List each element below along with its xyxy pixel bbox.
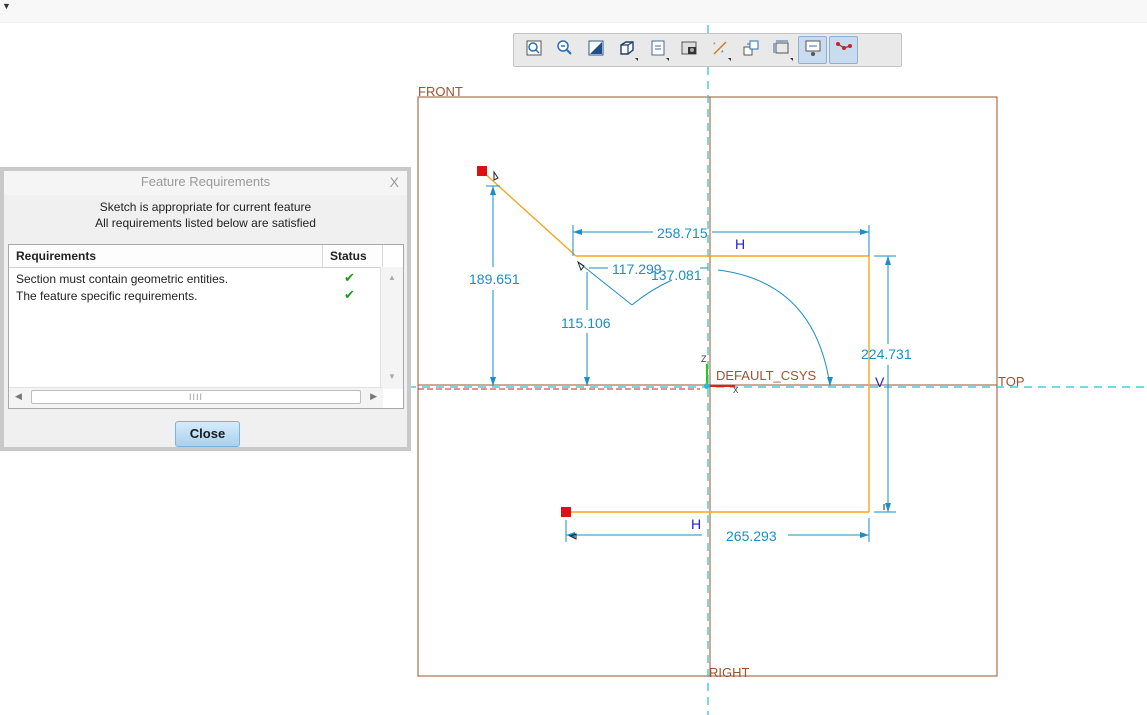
dimension-display-icon xyxy=(772,38,792,63)
vertical-constraint-right[interactable]: V xyxy=(875,374,885,390)
view-manager-button[interactable] xyxy=(674,36,703,64)
status-check-icon: ✔ xyxy=(344,270,355,285)
scroll-up-icon[interactable]: ▲ xyxy=(388,273,396,282)
svg-text:*: * xyxy=(721,50,724,57)
vertical-scrollbar[interactable]: ▲ ▼ xyxy=(380,267,403,389)
zoom-out-icon xyxy=(555,38,575,63)
scroll-down-icon[interactable]: ▼ xyxy=(388,372,396,381)
dropdown-indicator-icon xyxy=(790,58,793,61)
dimension-189[interactable]: 189.651 xyxy=(469,271,520,287)
constraint-display-button[interactable] xyxy=(798,36,827,64)
view-manager-icon xyxy=(679,38,699,63)
feature-requirements-dialog: Feature Requirements X Sketch is appropr… xyxy=(0,167,411,451)
vertex-marker-icon xyxy=(576,260,585,272)
horizontal-constraint-top[interactable]: H xyxy=(735,236,745,252)
scroll-thumb[interactable]: IIII xyxy=(31,390,361,404)
graphics-toolbar: * * xyxy=(513,33,902,67)
svg-text:*: * xyxy=(713,42,716,49)
front-datum-label: FRONT xyxy=(418,84,463,99)
refit-icon xyxy=(524,38,544,63)
display-style-icon xyxy=(617,38,637,63)
dimension-258[interactable]: 258.715 xyxy=(657,225,708,241)
datum-display-button[interactable]: * * xyxy=(705,36,734,64)
start-endpoint-marker[interactable] xyxy=(477,166,487,176)
sketch-geometry[interactable] xyxy=(481,170,870,513)
refit-button[interactable] xyxy=(519,36,548,64)
horizontal-constraint-bottom[interactable]: H xyxy=(691,516,701,532)
csys-origin xyxy=(704,383,710,389)
horizontal-scrollbar[interactable]: ◀ IIII ▶ xyxy=(9,387,383,408)
right-datum-label: RIGHT xyxy=(709,665,750,680)
dimension-115[interactable]: 115.106 xyxy=(561,315,611,331)
vertex-display-button[interactable] xyxy=(829,36,858,64)
status-check-icon: ✔ xyxy=(344,287,355,302)
start-marker-icon xyxy=(493,170,499,181)
sketch-view-button[interactable] xyxy=(736,36,765,64)
column-status[interactable]: Status xyxy=(330,249,367,263)
csys-x-label: X xyxy=(733,386,739,395)
column-divider xyxy=(322,245,323,267)
csys-label: DEFAULT_CSYS xyxy=(716,368,817,383)
close-button[interactable]: Close xyxy=(175,421,240,447)
sketch-line-diagonal[interactable] xyxy=(481,170,577,257)
display-style-button[interactable] xyxy=(612,36,641,64)
dimension-224[interactable]: 224.731 xyxy=(861,346,912,362)
message-line-2: All requirements listed below are satisf… xyxy=(95,216,316,230)
dropdown-indicator-icon xyxy=(635,58,638,61)
scroll-right-icon[interactable]: ▶ xyxy=(370,391,377,402)
dropdown-indicator-icon xyxy=(728,58,731,61)
requirements-header: Requirements Status xyxy=(9,245,383,268)
dimension-137[interactable]: 137.081 xyxy=(651,267,702,283)
end-endpoint-marker[interactable] xyxy=(561,507,571,517)
dialog-title: Feature Requirements xyxy=(140,174,271,189)
vertex-display-icon xyxy=(834,38,854,63)
column-requirements[interactable]: Requirements xyxy=(16,249,96,263)
repaint-button[interactable] xyxy=(581,36,610,64)
dialog-close-icon[interactable]: X xyxy=(390,171,399,193)
requirements-list[interactable]: Requirements Status Section must contain… xyxy=(8,244,404,409)
saved-orientations-button[interactable] xyxy=(643,36,672,64)
top-datum-label: TOP xyxy=(998,374,1025,389)
constraint-display-icon xyxy=(803,38,823,63)
saved-orientations-icon xyxy=(648,38,668,63)
zoom-out-button[interactable] xyxy=(550,36,579,64)
dimension-265[interactable]: 265.293 xyxy=(726,528,777,544)
csys-z-label: Z xyxy=(701,354,707,364)
message-line-1: Sketch is appropriate for current featur… xyxy=(99,200,312,214)
dialog-title-bar: Feature Requirements X xyxy=(4,171,407,195)
scroll-left-icon[interactable]: ◀ xyxy=(15,391,22,402)
requirement-row-2[interactable]: The feature specific requirements. xyxy=(16,289,197,303)
dialog-message: Sketch is appropriate for current featur… xyxy=(4,199,407,231)
dropdown-indicator-icon xyxy=(666,58,669,61)
datum-display-icon: * * xyxy=(710,38,730,63)
requirement-row-1[interactable]: Section must contain geometric entities. xyxy=(16,272,228,286)
repaint-icon xyxy=(586,38,606,63)
column-divider xyxy=(382,245,383,267)
sketch-view-icon xyxy=(741,38,761,63)
dimension-display-button[interactable] xyxy=(767,36,796,64)
